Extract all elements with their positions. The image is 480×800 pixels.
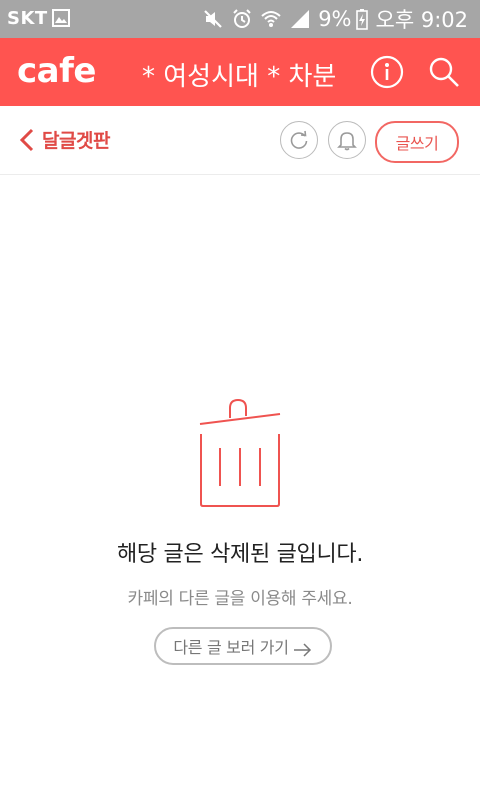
refresh-button[interactable] [280, 121, 318, 159]
carrier-label: SKT [7, 8, 48, 29]
board-name: 달글겟판 [42, 130, 110, 152]
mute-icon [204, 10, 222, 28]
wifi-icon [261, 11, 281, 27]
bell-icon [337, 132, 357, 151]
notification-button[interactable] [328, 121, 366, 159]
search-icon[interactable] [427, 55, 461, 89]
arrow-right-icon [293, 643, 311, 657]
signal-icon [291, 10, 310, 28]
refresh-icon [290, 130, 308, 149]
back-chevron-icon [19, 128, 34, 151]
clock: 오후 9:02 [375, 8, 468, 32]
write-button[interactable]: 글쓰기 [375, 121, 459, 163]
trash-icon [199, 398, 281, 507]
deleted-message-subtitle: 카페의 다른 글을 이용해 주세요. [127, 589, 353, 609]
cafe-logo[interactable]: cafe [17, 51, 96, 91]
battery-percent: 9% [318, 7, 352, 31]
status-icons: 9% 오후 9:02 [195, 0, 468, 38]
view-other-posts-button[interactable]: 다른 글 보러 가기 [154, 627, 332, 665]
cafe-title[interactable]: * 여성시대 * 차분 [142, 56, 352, 93]
gallery-icon [52, 9, 70, 27]
alarm-icon [233, 9, 251, 28]
app-bar: cafe * 여성시대 * 차분 [0, 38, 480, 106]
board-bar: 달글겟판 글쓰기 [0, 106, 480, 175]
view-other-posts-label: 다른 글 보러 가기 [173, 638, 289, 657]
status-bar: SKT 9% 오후 9:02 [0, 0, 480, 38]
battery-charging-icon [355, 9, 368, 30]
back-button[interactable]: 달글겟판 [18, 126, 110, 153]
deleted-message-title: 해당 글은 삭제된 글입니다. [116, 542, 364, 567]
info-icon[interactable] [370, 55, 404, 89]
